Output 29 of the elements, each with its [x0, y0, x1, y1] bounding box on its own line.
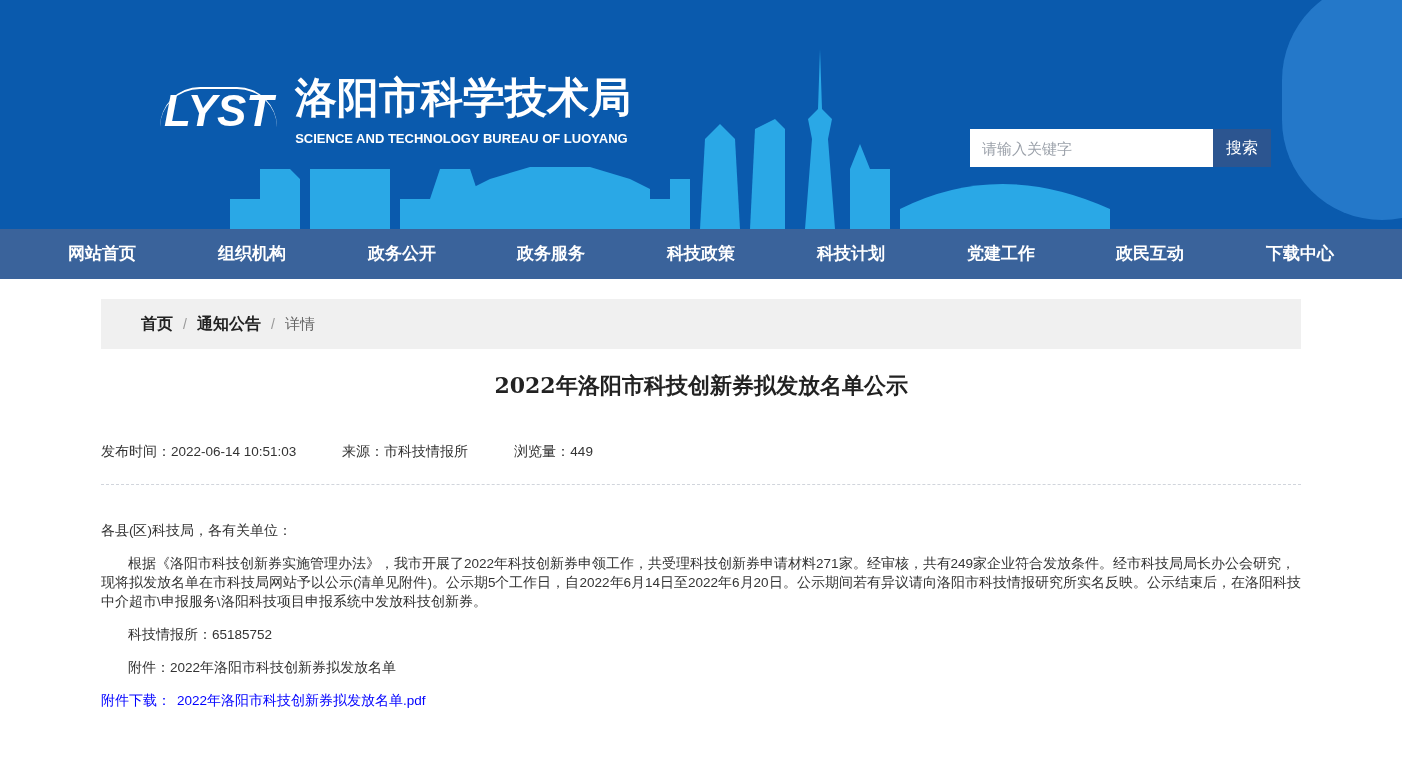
nav-item[interactable]: 网站首页 [68, 241, 136, 267]
article-paragraph: 科技情报所：65185752 [127, 626, 274, 645]
nav-item[interactable]: 政民互动 [1116, 241, 1185, 267]
nav-item[interactable]: 政务公开 [367, 241, 436, 267]
article-paragraph: 附件：2022年洛阳市科技创新券拟发放名单 [127, 659, 398, 678]
site-subtitle: SCIENCE AND TECHNOLOGY BUREAU OF LUOYANG [295, 129, 629, 148]
search-field[interactable]: 请输入关键字 [970, 129, 1213, 167]
breadcrumb-separator: / [183, 314, 187, 334]
attachment-label: 附件下载： [101, 692, 171, 711]
meta-info: 发布时间：2022-06-14 10:51:03 [101, 443, 297, 461]
article-paragraph: 各县(区)科技局，各有关单位： [101, 522, 293, 541]
nav-item[interactable]: 组织机构 [217, 241, 286, 267]
article-title: 2022年洛阳市科技创新券拟发放名单公示 [493, 371, 909, 400]
nav-item[interactable]: 科技政策 [667, 241, 735, 267]
breadcrumb-current: 详情 [284, 313, 315, 334]
nav-item[interactable]: 科技计划 [816, 241, 885, 267]
logo: LYST [160, 87, 278, 133]
nav-item[interactable]: 下载中心 [1266, 241, 1334, 267]
meta-info: 来源：市科技情报所 [342, 443, 469, 461]
nav-item[interactable]: 政务服务 [517, 241, 586, 267]
nav-item[interactable]: 党建工作 [966, 241, 1035, 267]
article-paragraph: 根据《洛阳市科技创新券实施管理办法》，我市开展了2022年科技创新券申领工作，共受理科技创新券申请材料271家。经审核，共有249家企业符合发放条件。经市科技局局长办公会研究，现将拟发放名单在市科技局网站予以公示(清单见附件)。公示期5个工作日，自2022年6月14日至2022年6月20日。公示期间若有异议请向洛阳市科技情报研究所实名反映。公示结束后，在洛阳科技中介超市\申报服务\洛阳科技项目申报系统中发放科技创新券。 [101, 555, 1301, 612]
attachment-link[interactable]: 2022年洛阳市科技创新券拟发放名单.pdf [177, 691, 426, 711]
breadcrumb-separator: / [270, 314, 275, 334]
search-button[interactable]: 搜索 [1213, 129, 1271, 167]
breadcrumb-link[interactable]: 通知公告 [196, 312, 261, 336]
meta-info: 浏览量：449 [514, 443, 593, 461]
breadcrumb-link[interactable]: 首页 [141, 312, 173, 336]
site-title: 洛阳市科学技术局 [295, 72, 632, 124]
